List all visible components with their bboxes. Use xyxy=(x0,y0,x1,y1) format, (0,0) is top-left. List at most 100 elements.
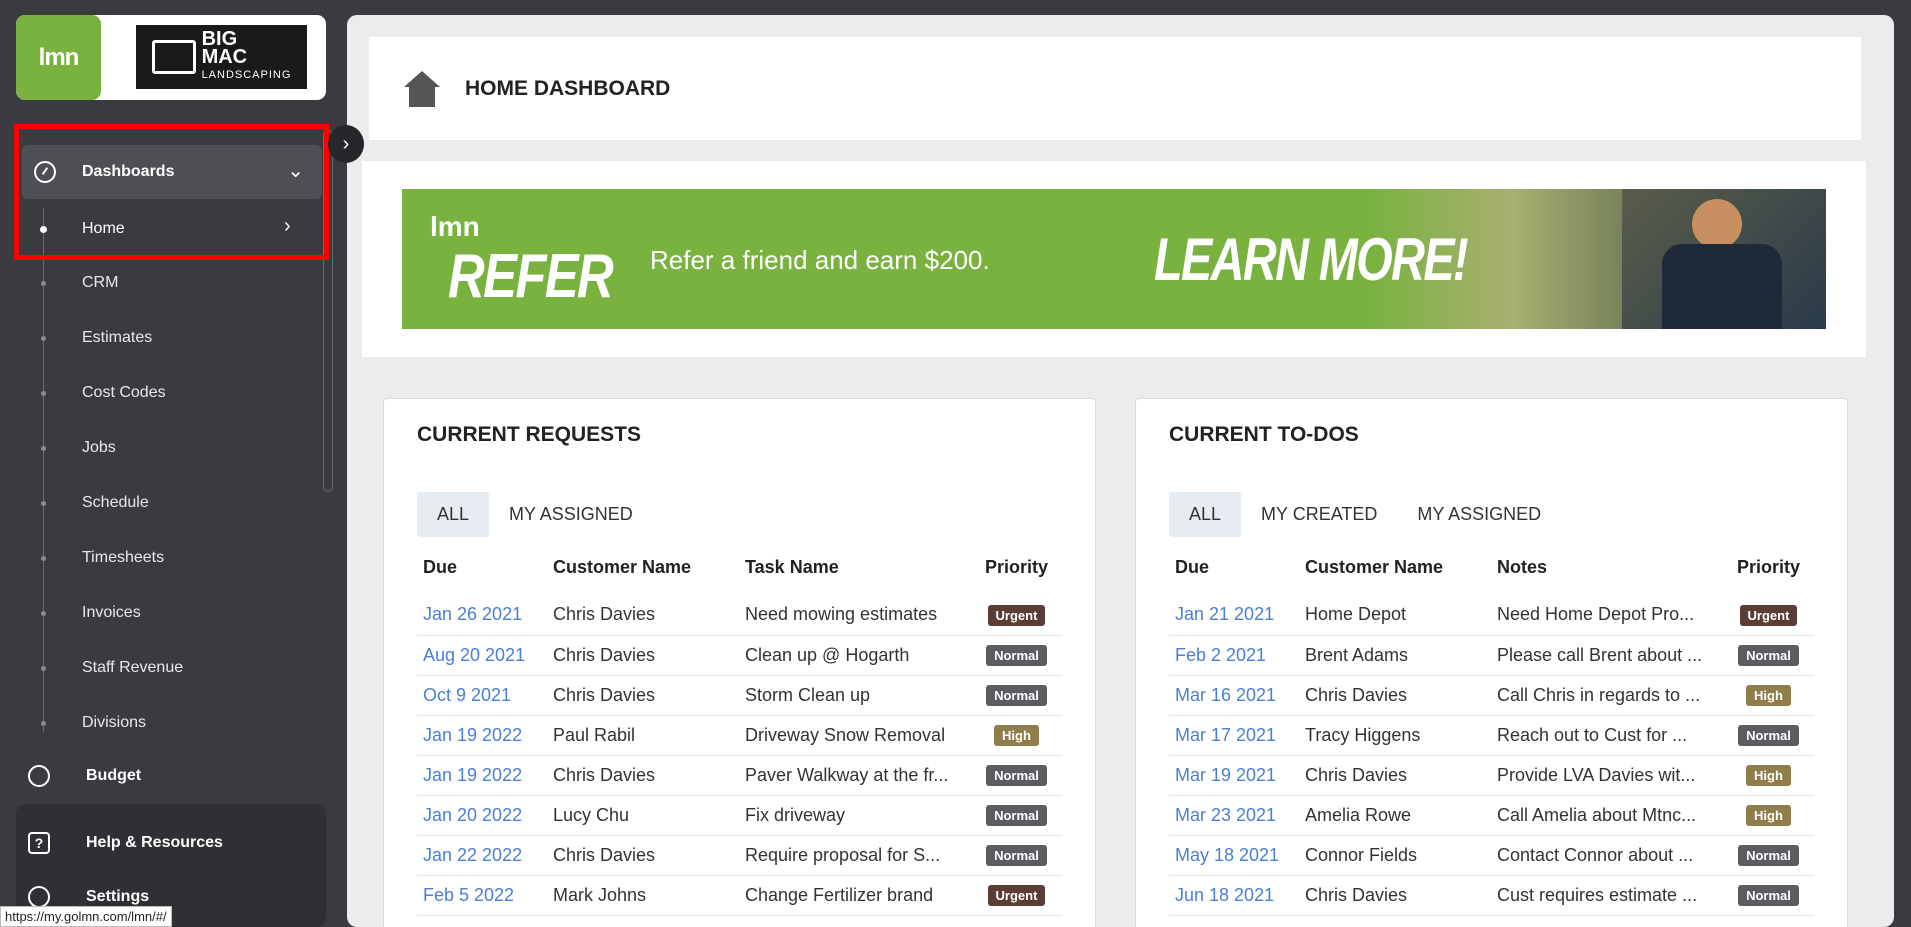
tab-my-created[interactable]: MY CREATED xyxy=(1241,492,1397,537)
due-date-link[interactable]: Mar 17 2021 xyxy=(1169,715,1299,756)
due-date-link[interactable]: Jan 22 2022 xyxy=(417,835,547,876)
table-row[interactable]: Mar 19 2021 Chris Davies Provide LVA Dav… xyxy=(1169,755,1814,796)
sidebar-item-settings[interactable]: Settings xyxy=(28,886,149,908)
sidebar-item-dot xyxy=(41,501,46,506)
sidebar-item-dot xyxy=(41,336,46,341)
table-row[interactable]: Mar 16 2021 Chris Davies Call Chris in r… xyxy=(1169,675,1814,716)
priority-badge: Normal xyxy=(1738,845,1799,866)
tab-all[interactable]: ALL xyxy=(417,492,490,537)
due-date-link[interactable]: Mar 19 2021 xyxy=(1169,755,1299,796)
status-bar-url: https://my.golmn.com/lmn/#/ xyxy=(0,906,172,927)
sidebar-item-budget[interactable]: Budget xyxy=(28,765,141,787)
refer-banner[interactable]: lmn REFER Refer a friend and earn $200. … xyxy=(402,189,1826,329)
table-row[interactable]: Jan 19 2022 Paul Rabil Driveway Snow Rem… xyxy=(417,715,1062,756)
column-header[interactable]: Customer Name xyxy=(547,539,739,595)
priority-cell: Normal xyxy=(971,835,1062,876)
due-date-link[interactable]: May 18 2021 xyxy=(1169,835,1299,876)
tab-my-assigned[interactable]: MY ASSIGNED xyxy=(489,492,653,537)
priority-badge: Urgent xyxy=(1739,604,1798,626)
table-header-row: Due Customer Name Notes Priority xyxy=(1169,539,1814,595)
requests-tabs: ALL MY ASSIGNED xyxy=(417,492,653,537)
customer-cell: Connor Fields xyxy=(1299,835,1491,876)
column-header[interactable]: Customer Name xyxy=(1299,539,1491,595)
table-row[interactable]: May 18 2021 Connor Fields Contact Connor… xyxy=(1169,835,1814,876)
notes-cell: Contact Connor about ... xyxy=(1491,835,1723,876)
priority-cell: Normal xyxy=(971,755,1062,796)
due-date-link[interactable]: Jan 26 2021 xyxy=(417,595,547,636)
customer-cell: Chris Davies xyxy=(1299,675,1491,716)
table-row[interactable]: Mar 17 2021 Tracy Higgens Reach out to C… xyxy=(1169,715,1814,756)
page-header: HOME DASHBOARD xyxy=(369,37,1861,140)
priority-badge: Normal xyxy=(986,805,1047,826)
due-date-link[interactable]: Mar 16 2021 xyxy=(1169,675,1299,716)
table-row[interactable]: Feb 2 2021 Brent Adams Please call Brent… xyxy=(1169,635,1814,676)
banner-cta[interactable]: LEARN MORE! xyxy=(1154,225,1469,294)
due-date-link[interactable]: Jan 20 2022 xyxy=(417,795,547,836)
column-header[interactable]: Notes xyxy=(1491,539,1723,595)
table-row[interactable]: Jun 18 2021 Chris Davies Cust requires e… xyxy=(1169,875,1814,916)
notes-cell: Reach out to Cust for ... xyxy=(1491,715,1723,756)
table-row[interactable]: Mar 23 2021 Amelia Rowe Call Amelia abou… xyxy=(1169,795,1814,836)
due-date-link[interactable]: Aug 20 2021 xyxy=(417,635,547,676)
company-logo-text: BIG MAC LANDSCAPING xyxy=(201,29,292,84)
home-icon xyxy=(401,70,443,107)
due-date-link[interactable]: Jun 18 2021 xyxy=(1169,875,1299,916)
column-header[interactable]: Priority xyxy=(971,539,1062,595)
due-date-link[interactable]: Feb 2 2021 xyxy=(1169,635,1299,676)
sidebar-item-schedule[interactable]: Schedule xyxy=(82,490,149,516)
sidebar-item-jobs[interactable]: Jobs xyxy=(82,435,116,461)
table-row[interactable]: Jan 19 2022 Chris Davies Paver Walkway a… xyxy=(417,755,1062,796)
table-row[interactable]: Jan 20 2022 Lucy Chu Fix driveway Normal xyxy=(417,795,1062,836)
customer-cell: Chris Davies xyxy=(1299,875,1491,916)
sidebar-item-invoices[interactable]: Invoices xyxy=(82,600,141,626)
table-row[interactable]: Jan 26 2021 Chris Davies Need mowing est… xyxy=(417,595,1062,636)
customer-cell: Chris Davies xyxy=(547,635,739,676)
notes-cell: Need Home Depot Pro... xyxy=(1491,595,1723,636)
sidebar: lmn BIG MAC LANDSCAPING Dashboards ⌄ Hom… xyxy=(0,0,347,927)
priority-badge: High xyxy=(1746,805,1791,826)
task-cell: Clean up @ Hogarth xyxy=(739,635,971,676)
priority-cell: High xyxy=(1723,675,1814,716)
banner-card: lmn REFER Refer a friend and earn $200. … xyxy=(362,161,1866,357)
column-header[interactable]: Priority xyxy=(1723,539,1814,595)
due-date-link[interactable]: Jan 19 2022 xyxy=(417,755,547,796)
column-header[interactable]: Due xyxy=(417,539,547,595)
sidebar-item-estimates[interactable]: Estimates xyxy=(82,325,152,351)
sidebar-item-cost-codes[interactable]: Cost Codes xyxy=(82,380,166,406)
priority-badge: Normal xyxy=(986,845,1047,866)
sidebar-item-dot xyxy=(41,721,46,726)
current-requests-card: CURRENT REQUESTS ALL MY ASSIGNED Due Cus… xyxy=(383,398,1096,927)
lmn-logo[interactable]: lmn xyxy=(16,15,101,100)
tab-my-assigned[interactable]: MY ASSIGNED xyxy=(1397,492,1561,537)
table-row[interactable]: Oct 9 2021 Chris Davies Storm Clean up N… xyxy=(417,675,1062,716)
sidebar-item-staff-revenue[interactable]: Staff Revenue xyxy=(82,655,183,681)
due-date-link[interactable]: Oct 9 2021 xyxy=(417,675,547,716)
due-date-link[interactable]: Jan 21 2021 xyxy=(1169,595,1299,636)
tab-all[interactable]: ALL xyxy=(1169,492,1242,537)
table-row[interactable]: Aug 20 2021 Chris Davies Clean up @ Hoga… xyxy=(417,635,1062,676)
due-date-link[interactable]: Feb 5 2022 xyxy=(417,875,547,916)
table-row[interactable]: Feb 5 2022 Mark Johns Change Fertilizer … xyxy=(417,875,1062,916)
sidebar-item-divisions[interactable]: Divisions xyxy=(82,710,146,736)
due-date-link[interactable]: Jan 19 2022 xyxy=(417,715,547,756)
priority-cell: Urgent xyxy=(971,595,1062,636)
sidebar-item-timesheets[interactable]: Timesheets xyxy=(82,545,164,571)
customer-cell: Tracy Higgens xyxy=(1299,715,1491,756)
task-cell: Need mowing estimates xyxy=(739,595,971,636)
priority-cell: Normal xyxy=(1723,835,1814,876)
sidebar-item-dot xyxy=(41,611,46,616)
todos-table: Due Customer Name Notes Priority Jan 21 … xyxy=(1169,539,1814,916)
sidebar-collapse-button[interactable]: › xyxy=(328,125,364,163)
notes-cell: Call Chris in regards to ... xyxy=(1491,675,1723,716)
table-row[interactable]: Jan 22 2022 Chris Davies Require proposa… xyxy=(417,835,1062,876)
column-header[interactable]: Task Name xyxy=(739,539,971,595)
customer-cell: Brent Adams xyxy=(1299,635,1491,676)
table-row[interactable]: Jan 21 2021 Home Depot Need Home Depot P… xyxy=(1169,595,1814,636)
priority-badge: Normal xyxy=(1738,645,1799,666)
sidebar-item-help[interactable]: ? Help & Resources xyxy=(28,832,223,854)
company-name-line3: LANDSCAPING xyxy=(201,69,292,81)
column-header[interactable]: Due xyxy=(1169,539,1299,595)
due-date-link[interactable]: Mar 23 2021 xyxy=(1169,795,1299,836)
priority-badge: Urgent xyxy=(987,885,1046,906)
sidebar-item-crm[interactable]: CRM xyxy=(82,270,118,296)
